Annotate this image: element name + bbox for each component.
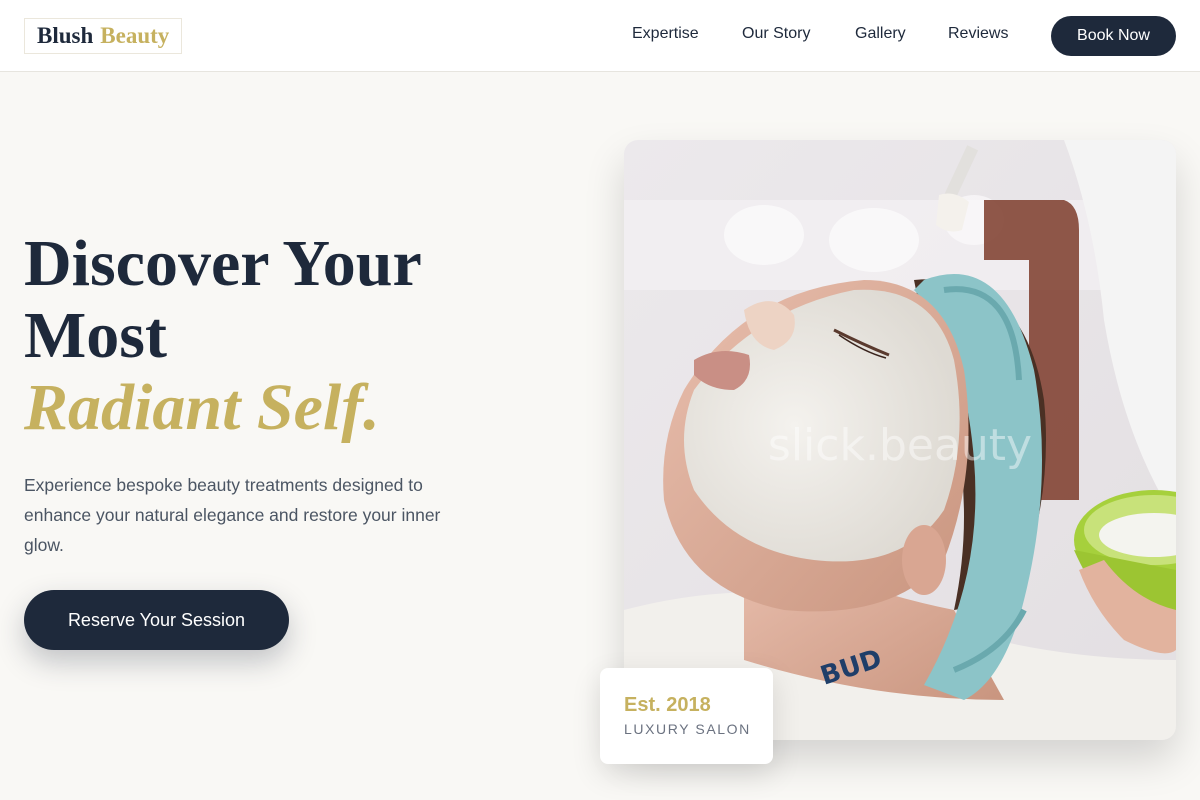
badge-label: LUXURY SALON: [624, 721, 751, 737]
established-badge: Est. 2018 LUXURY SALON: [600, 668, 773, 764]
badge-est-text: Est. 2018: [624, 694, 711, 716]
nav-link-gallery[interactable]: Gallery: [855, 25, 906, 43]
facial-treatment-photo: BUD slick.beauty: [624, 140, 1176, 740]
site-header: Blush Beauty Expertise Our Story Gallery…: [0, 0, 1200, 72]
hero-title-line1: Discover Your: [24, 227, 422, 300]
hero-description: Experience bespoke beauty treatments des…: [24, 475, 441, 555]
book-now-button[interactable]: Book Now: [1051, 16, 1176, 56]
nav-link-our-story[interactable]: Our Story: [742, 25, 810, 43]
image-watermark: slick.beauty: [768, 420, 1032, 471]
brand-name-part1: Blush: [37, 23, 94, 48]
nav-link-expertise[interactable]: Expertise: [632, 25, 699, 43]
hero-title: Discover Your Most Radiant Self.: [24, 228, 422, 444]
nav-link-reviews[interactable]: Reviews: [948, 25, 1008, 43]
brand-name-part2: Beauty: [100, 23, 170, 48]
hero-title-accent: Radiant Self.: [24, 371, 380, 444]
brand-logo[interactable]: Blush Beauty: [24, 18, 183, 54]
hero-title-line2: Most: [24, 299, 167, 372]
hero-image: BUD slick.beauty: [624, 140, 1176, 740]
reserve-session-button[interactable]: Reserve Your Session: [24, 590, 289, 650]
